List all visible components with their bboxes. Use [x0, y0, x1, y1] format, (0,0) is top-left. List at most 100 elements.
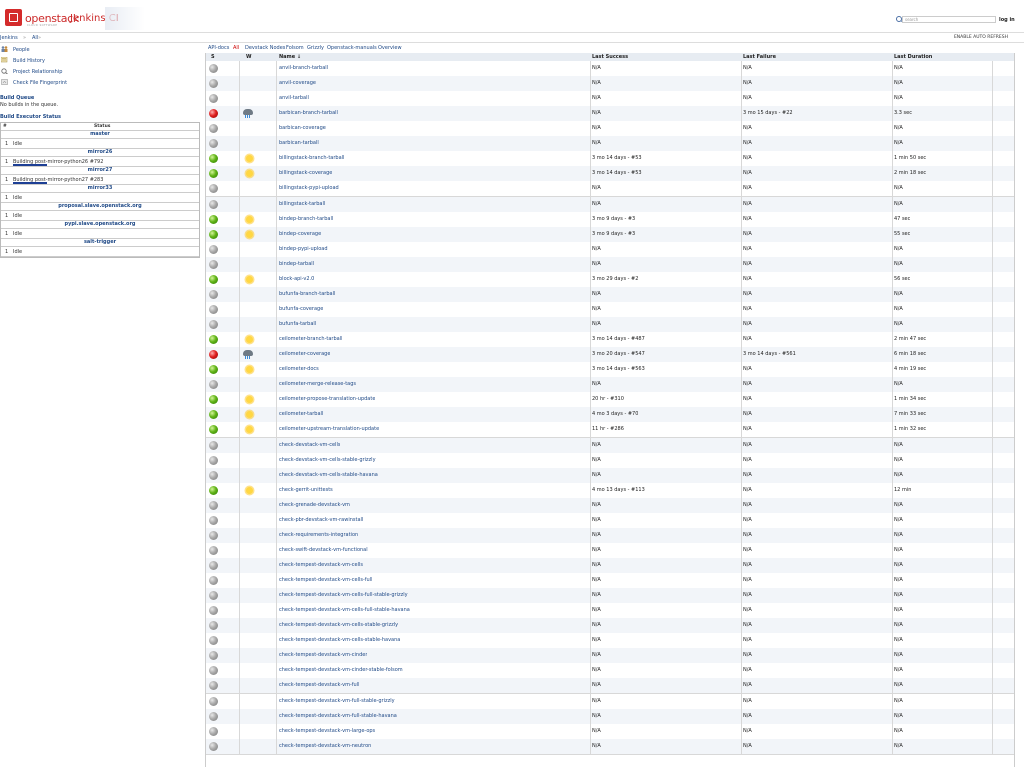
status-ball-grey-icon[interactable] [209, 199, 218, 209]
executor-node[interactable]: mirror26 [1, 149, 199, 157]
job-name-link[interactable]: bindep-tarball [279, 257, 314, 272]
status-ball-green-icon[interactable] [209, 214, 218, 224]
build-progress-bar[interactable] [13, 164, 47, 166]
job-name-link[interactable]: check-grenade-devstack-vm [279, 498, 350, 513]
tab-openstack-manuals[interactable]: Openstack-manuals [327, 45, 377, 51]
node-name[interactable]: mirror33 [1, 185, 199, 192]
status-ball-red-icon[interactable] [209, 109, 218, 119]
job-name-link[interactable]: check-devstack-vm-cells-stable-havana [279, 468, 378, 483]
last-success-cell[interactable]: 3 mo 14 days - #487 [592, 332, 645, 347]
node-name[interactable]: master [1, 131, 199, 138]
stormy-weather-icon[interactable] [243, 109, 253, 119]
status-ball-grey-icon[interactable] [209, 94, 218, 104]
job-name-link[interactable]: check-pbr-devstack-vm-rawinstall [279, 513, 363, 528]
job-name-link[interactable]: bufunfa-branch-tarball [279, 287, 335, 302]
job-name-link[interactable]: check-tempest-devstack-vm-large-ops [279, 724, 375, 739]
status-ball-green-icon[interactable] [209, 485, 218, 495]
last-success-cell[interactable]: 20 hr - #310 [592, 392, 624, 407]
col-last-failure[interactable]: Last Failure [743, 53, 776, 61]
task-label[interactable]: Check File Fingerprint [13, 80, 67, 86]
job-name-link[interactable]: ceilometer-coverage [279, 347, 330, 362]
job-name-link[interactable]: check-tempest-devstack-vm-cells [279, 558, 363, 573]
status-ball-green-icon[interactable] [209, 154, 218, 164]
last-failure-cell[interactable]: 3 mo 15 days - #22 [743, 106, 793, 121]
status-ball-grey-icon[interactable] [209, 79, 218, 89]
node-name[interactable]: salt-trigger [1, 239, 199, 246]
sunny-weather-icon[interactable] [246, 336, 253, 344]
job-name-link[interactable]: bindep-coverage [279, 227, 321, 242]
status-ball-grey-icon[interactable] [209, 500, 218, 510]
col-last-duration[interactable]: Last Duration [894, 53, 932, 61]
job-name-link[interactable]: ceilometer-branch-tarball [279, 332, 342, 347]
task-people[interactable]: People [1, 44, 196, 54]
last-success-cell[interactable]: 4 mo 13 days - #113 [592, 483, 645, 498]
status-ball-grey-icon[interactable] [209, 380, 218, 390]
job-name-link[interactable]: bindep-branch-tarball [279, 212, 333, 227]
col-name[interactable]: Name ↓ [279, 53, 301, 61]
sunny-weather-icon[interactable] [246, 170, 253, 178]
job-name-link[interactable]: barbican-tarball [279, 136, 319, 151]
job-name-link[interactable]: ceilometer-merge-release-tags [279, 377, 356, 392]
status-ball-green-icon[interactable] [209, 335, 218, 345]
last-success-cell[interactable]: 3 mo 9 days - #3 [592, 212, 635, 227]
job-name-link[interactable]: check-tempest-devstack-vm-cinder-stable-… [279, 663, 403, 678]
task-label[interactable]: Project Relationship [13, 69, 62, 75]
status-ball-green-icon[interactable] [209, 229, 218, 239]
status-ball-grey-icon[interactable] [209, 320, 218, 330]
executor-status-title[interactable]: Build Executor Status [0, 114, 61, 120]
status-ball-grey-icon[interactable] [209, 470, 218, 480]
node-name[interactable]: proposal.slave.openstack.org [1, 203, 199, 210]
job-name-link[interactable]: check-tempest-devstack-vm-cells-full-sta… [279, 603, 410, 618]
last-failure-cell[interactable]: 3 mo 14 days - #561 [743, 347, 796, 362]
job-name-link[interactable]: anvil-coverage [279, 76, 316, 91]
status-ball-grey-icon[interactable] [209, 560, 218, 570]
login-link[interactable]: log in [999, 17, 1015, 23]
job-name-link[interactable]: bufunfa-coverage [279, 302, 323, 317]
last-success-cell[interactable]: 11 hr - #286 [592, 422, 624, 437]
status-ball-green-icon[interactable] [209, 410, 218, 420]
job-name-link[interactable]: barbican-branch-tarball [279, 106, 338, 121]
status-ball-grey-icon[interactable] [209, 696, 218, 706]
job-name-link[interactable]: anvil-tarball [279, 91, 309, 106]
last-success-cell[interactable]: 3 mo 14 days - #53 [592, 166, 642, 181]
node-name[interactable]: pypi.slave.openstack.org [1, 221, 199, 228]
status-ball-grey-icon[interactable] [209, 666, 218, 676]
sunny-weather-icon[interactable] [246, 275, 253, 283]
sunny-weather-icon[interactable] [246, 426, 253, 434]
job-name-link[interactable]: billingstack-pypi-upload [279, 181, 339, 196]
task-label[interactable]: People [13, 47, 30, 53]
job-name-link[interactable]: check-tempest-devstack-vm-cells-stable-h… [279, 633, 400, 648]
job-name-link[interactable]: check-tempest-devstack-vm-cells-full [279, 573, 372, 588]
status-ball-grey-icon[interactable] [209, 621, 218, 631]
status-ball-grey-icon[interactable] [209, 636, 218, 646]
job-name-link[interactable]: billingstack-tarball [279, 197, 325, 212]
task-label[interactable]: Build History [13, 58, 45, 64]
last-success-cell[interactable]: 3 mo 14 days - #563 [592, 362, 645, 377]
sunny-weather-icon[interactable] [246, 486, 253, 494]
status-ball-green-icon[interactable] [209, 274, 218, 284]
job-name-link[interactable]: check-tempest-devstack-vm-cinder [279, 648, 367, 663]
node-name[interactable]: mirror27 [1, 167, 199, 174]
last-success-cell[interactable]: 3 mo 20 days - #547 [592, 347, 645, 362]
job-name-link[interactable]: check-devstack-vm-cells [279, 438, 340, 453]
job-name-link[interactable]: check-tempest-devstack-vm-full-stable-gr… [279, 694, 395, 709]
executor-node[interactable]: master [1, 131, 199, 139]
job-name-link[interactable]: check-tempest-devstack-vm-full-stable-ha… [279, 709, 397, 724]
task-project-relationship[interactable]: Project Relationship [1, 66, 196, 76]
status-ball-grey-icon[interactable] [209, 64, 218, 73]
job-name-link[interactable]: barbican-coverage [279, 121, 326, 136]
job-name-link[interactable]: check-tempest-devstack-vm-cells-full-sta… [279, 588, 408, 603]
job-name-link[interactable]: check-tempest-devstack-vm-full [279, 678, 359, 693]
status-ball-grey-icon[interactable] [209, 124, 218, 134]
executor-node[interactable]: mirror27 [1, 167, 199, 175]
status-ball-grey-icon[interactable] [209, 184, 218, 194]
status-ball-grey-icon[interactable] [209, 530, 218, 540]
status-ball-green-icon[interactable] [209, 365, 218, 375]
breadcrumb-root[interactable]: Jenkins [0, 35, 18, 41]
status-ball-green-icon[interactable] [209, 395, 218, 405]
job-name-link[interactable]: check-gerrit-unittests [279, 483, 333, 498]
status-ball-grey-icon[interactable] [209, 139, 218, 149]
tab-devstack-nodes[interactable]: Devstack Nodes [245, 45, 285, 51]
col-weather[interactable]: W [246, 53, 252, 61]
sunny-weather-icon[interactable] [246, 366, 253, 374]
